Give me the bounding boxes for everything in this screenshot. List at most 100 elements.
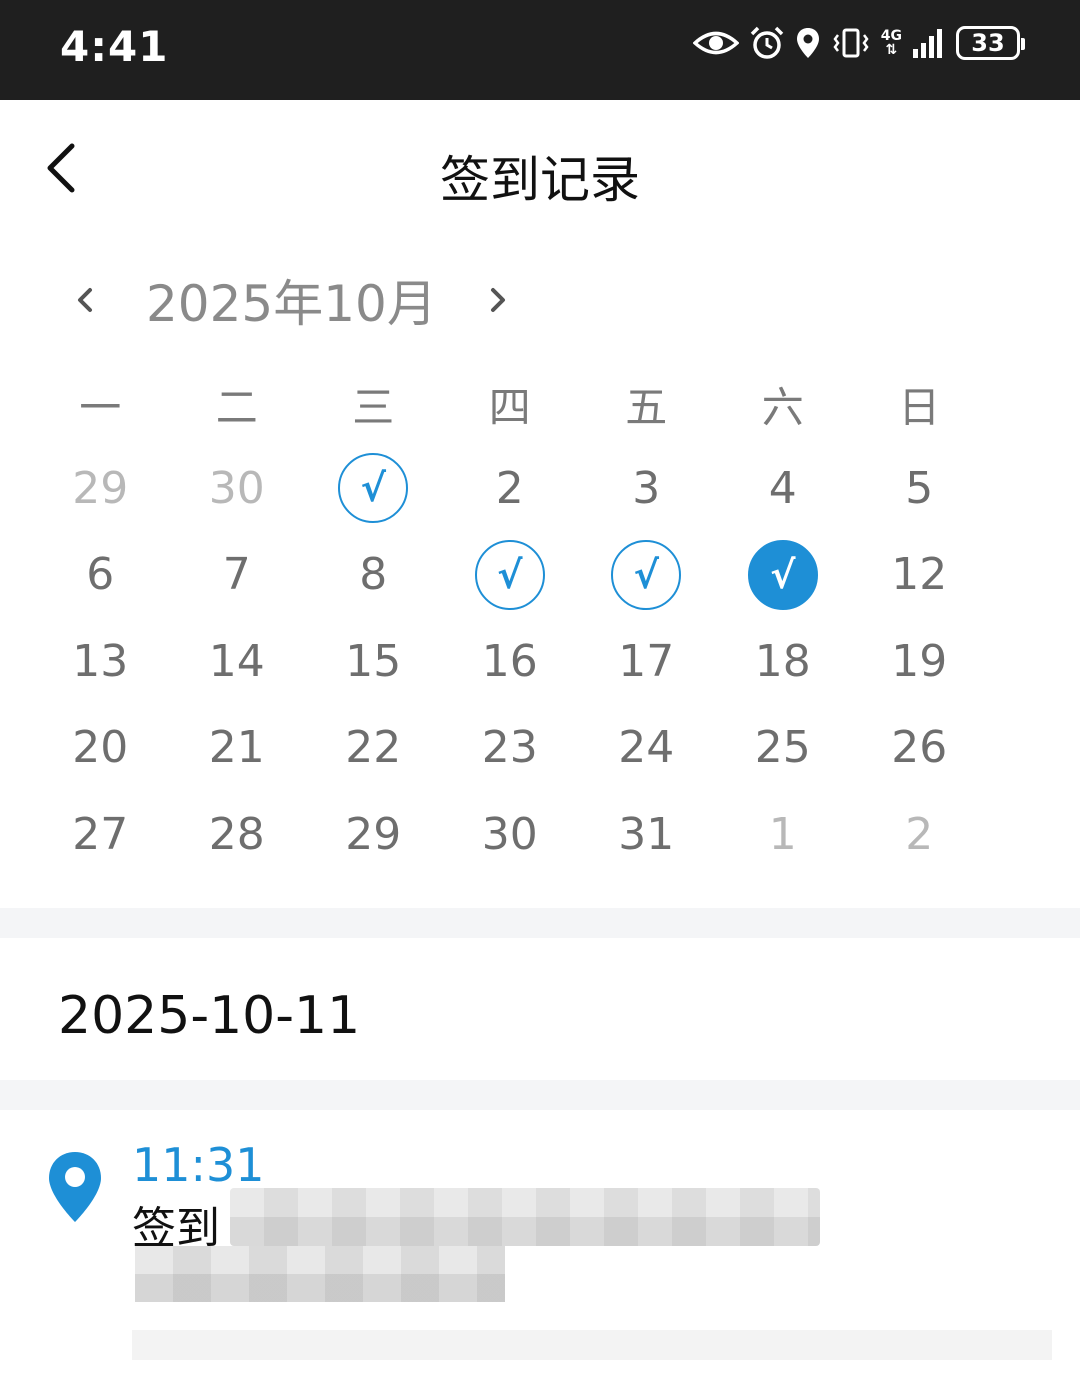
weekday-label: 三	[352, 383, 395, 432]
day-number: 20	[72, 722, 129, 774]
weekday-label: 四	[488, 383, 531, 432]
day-number: 7	[222, 549, 251, 601]
calendar-day[interactable]: 25	[715, 705, 852, 792]
calendar-day[interactable]: 19	[851, 618, 988, 705]
day-number: 6	[86, 549, 115, 601]
day-number: 22	[345, 722, 402, 774]
section-divider	[0, 1080, 1080, 1110]
calendar-day[interactable]: √	[305, 445, 442, 532]
calendar-day[interactable]: 21	[169, 705, 306, 792]
header: 签到记录	[0, 100, 1080, 240]
calendar-day[interactable]: 29	[305, 791, 442, 878]
day-number: 4	[768, 462, 797, 514]
calendar-week-row: 6 7 8 √ √ √ 12	[32, 532, 988, 619]
day-number: 31	[618, 808, 675, 860]
calendar-day[interactable]: √	[578, 532, 715, 619]
calendar-day[interactable]: 14	[169, 618, 306, 705]
calendar-day[interactable]: 31	[578, 791, 715, 878]
day-number: 30	[481, 808, 538, 860]
day-number: 19	[891, 635, 948, 687]
calendar-week-row: 13 14 15 16 17 18 19	[32, 618, 988, 705]
day-number: 29	[345, 808, 402, 860]
calendar-week-row: 20 21 22 23 24 25 26	[32, 705, 988, 792]
chevron-left-icon	[78, 288, 92, 312]
weekday-label: 一	[79, 383, 122, 432]
chevron-right-icon	[490, 288, 505, 312]
status-icons: 4G ⇅ 33	[692, 25, 1025, 61]
day-number: 1	[768, 808, 797, 860]
calendar-days: 29 30 √ 2 3 4 5 6 7 8 √ √ √ 12 13 14 15 16 17 18 19 20 21 22 23 2…	[32, 445, 988, 878]
selected-check-icon: √	[747, 539, 818, 610]
day-number: 29	[72, 462, 129, 514]
calendar-day[interactable]: 1	[715, 791, 852, 878]
calendar-day[interactable]: 27	[32, 791, 169, 878]
eye-icon	[692, 28, 739, 58]
vibrate-icon	[831, 27, 871, 59]
day-number: 8	[359, 549, 388, 601]
page-title: 签到记录	[440, 151, 640, 209]
calendar-day[interactable]: 15	[305, 618, 442, 705]
battery-icon: 33	[956, 26, 1025, 60]
section-divider	[0, 908, 1080, 938]
calendar-day[interactable]: 18	[715, 618, 852, 705]
calendar-day[interactable]: 16	[442, 618, 579, 705]
calendar-day[interactable]: 4	[715, 445, 852, 532]
alarm-icon	[749, 25, 785, 61]
calendar-day[interactable]: √	[442, 532, 579, 619]
day-number: 14	[208, 635, 265, 687]
location-pin-icon	[46, 1150, 104, 1228]
check-icon: √	[474, 539, 545, 610]
record-time: 11:31	[132, 1138, 265, 1192]
day-number: 27	[72, 808, 129, 860]
calendar-day[interactable]: 7	[169, 532, 306, 619]
calendar-day[interactable]: 20	[32, 705, 169, 792]
calendar-day[interactable]: 3	[578, 445, 715, 532]
network-label: 4G ⇅	[881, 29, 902, 57]
calendar-day[interactable]: 23	[442, 705, 579, 792]
calendar: 一 二 三 四 五 六 日 29 30 √ 2 3 4 5 6 7 8 √ √ √ 12 13 14 15 16 1…	[32, 370, 988, 878]
calendar-day[interactable]: 29	[32, 445, 169, 532]
day-number: 30	[208, 462, 265, 514]
weekday-header: 一 二 三 四 五 六 日	[32, 370, 988, 445]
day-number: 15	[345, 635, 402, 687]
calendar-day[interactable]: 2	[442, 445, 579, 532]
weekday-label: 二	[215, 383, 258, 432]
weekday-label: 日	[898, 383, 941, 432]
day-number: 13	[72, 635, 129, 687]
day-number: 3	[632, 462, 661, 514]
prev-month-button[interactable]	[60, 270, 110, 330]
weekday-label: 六	[761, 383, 804, 432]
calendar-day[interactable]: 12	[851, 532, 988, 619]
day-number: 12	[891, 549, 948, 601]
month-label: 2025年10月	[146, 275, 437, 333]
next-month-button[interactable]	[473, 270, 523, 330]
calendar-day[interactable]: 22	[305, 705, 442, 792]
calendar-day[interactable]: √	[715, 532, 852, 619]
calendar-day[interactable]: 30	[169, 445, 306, 532]
network-type: 4G	[880, 28, 902, 44]
checkin-record[interactable]: 11:31 签到	[0, 1110, 1080, 1383]
calendar-day[interactable]: 2	[851, 791, 988, 878]
calendar-day[interactable]: 17	[578, 618, 715, 705]
calendar-day[interactable]: 13	[32, 618, 169, 705]
calendar-week-row: 27 28 29 30 31 1 2	[32, 791, 988, 878]
calendar-week-row: 29 30 √ 2 3 4 5	[32, 445, 988, 532]
calendar-day[interactable]: 5	[851, 445, 988, 532]
calendar-day[interactable]: 30	[442, 791, 579, 878]
day-number: 16	[481, 635, 538, 687]
battery-level: 33	[971, 29, 1005, 57]
calendar-day[interactable]: 28	[169, 791, 306, 878]
calendar-day[interactable]: 8	[305, 532, 442, 619]
calendar-day[interactable]: 26	[851, 705, 988, 792]
calendar-day[interactable]: 6	[32, 532, 169, 619]
location-icon	[795, 26, 821, 60]
day-number: 5	[905, 462, 934, 514]
signal-icon	[912, 27, 946, 59]
record-address-redacted	[135, 1246, 505, 1302]
calendar-day[interactable]: 24	[578, 705, 715, 792]
day-number: 2	[495, 462, 524, 514]
day-number: 28	[208, 808, 265, 860]
month-nav: 2025年10月	[60, 260, 523, 340]
weekday-label: 五	[625, 383, 668, 432]
day-number: 24	[618, 722, 675, 774]
